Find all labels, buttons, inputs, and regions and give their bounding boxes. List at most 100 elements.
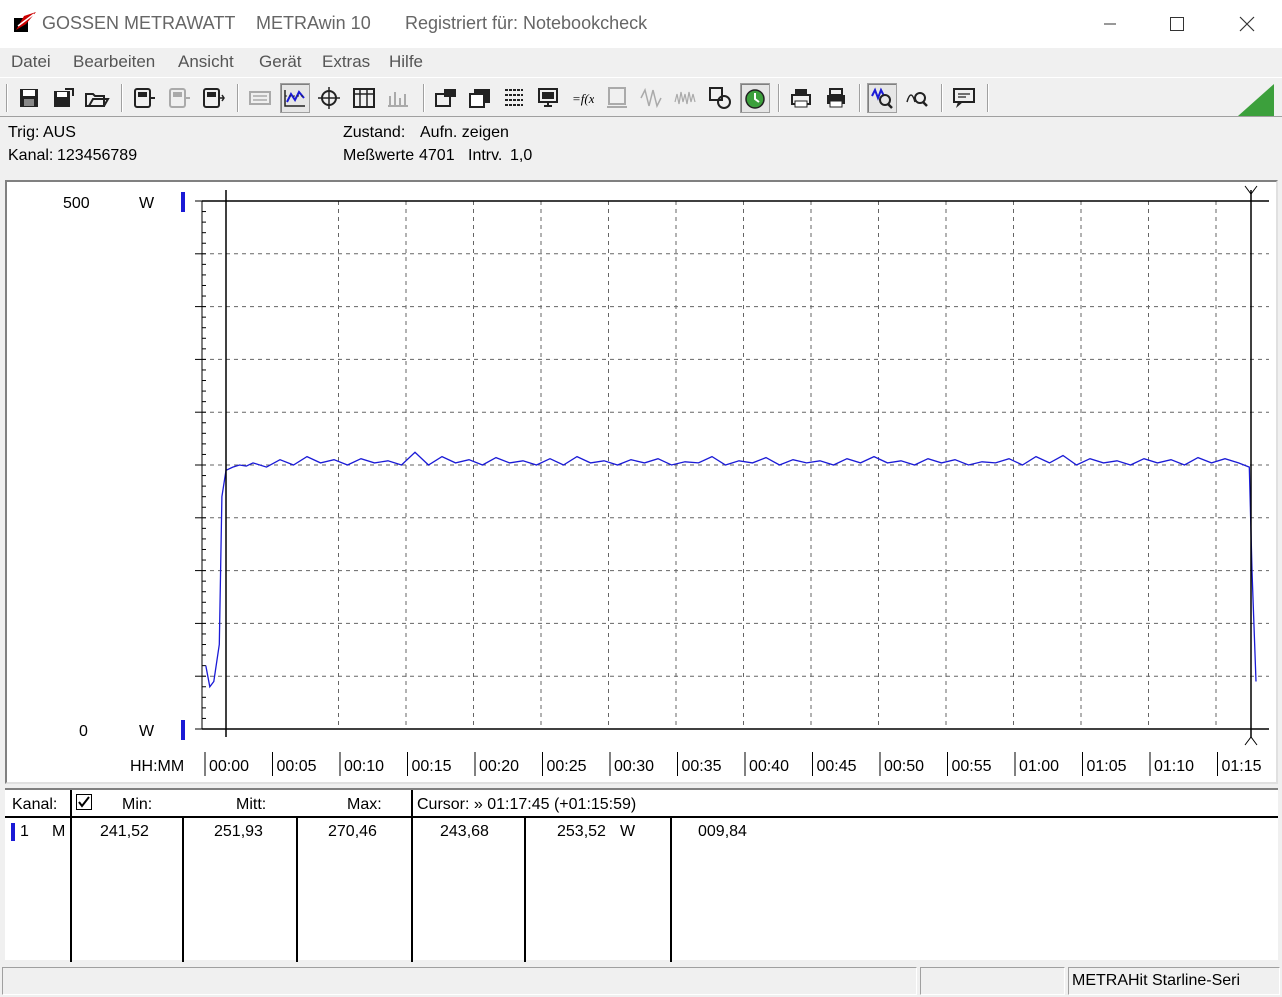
chart-grid xyxy=(202,201,1269,729)
y-axis-bottom-unit: W xyxy=(139,723,155,740)
signal-button[interactable] xyxy=(636,83,666,113)
plot-area[interactable]: 500 W 0 W HH:MM 00:00 00:05 00:10 00:15 00:2… xyxy=(5,180,1278,784)
x-tick-label: 00:05 xyxy=(277,758,317,775)
table-button[interactable] xyxy=(349,83,379,113)
column-checkbox[interactable] xyxy=(76,794,92,810)
table-column-divider xyxy=(70,790,72,962)
row-cursor-1: 243,68 xyxy=(440,823,489,840)
toolbar-separator xyxy=(6,84,8,112)
maximize-button[interactable] xyxy=(1142,0,1212,48)
computer-icon xyxy=(538,88,558,107)
zoom-button[interactable] xyxy=(902,83,932,113)
status-panel-main xyxy=(2,967,917,995)
x-tick-label: 01:10 xyxy=(1154,758,1194,775)
app-logo-icon xyxy=(14,12,36,32)
x-tick-label: 00:50 xyxy=(884,758,924,775)
table-header-divider xyxy=(5,816,1278,818)
print-preview-button[interactable] xyxy=(821,83,851,113)
keyboard-icon xyxy=(249,91,271,105)
svg-text:=f(x): =f(x) xyxy=(572,91,594,106)
intrv-value: 1,0 xyxy=(510,147,533,164)
computer-button[interactable] xyxy=(533,83,563,113)
zoom-wave-button[interactable] xyxy=(867,83,897,113)
keyboard-button[interactable] xyxy=(245,83,275,113)
window-vendor: GOSSEN METRAWATT xyxy=(42,13,236,33)
y-axis-bottom-label: 0 xyxy=(79,723,88,740)
waveform-grid-button[interactable] xyxy=(280,83,310,113)
col-header-min: Min: xyxy=(122,796,153,813)
row-mode: M xyxy=(52,823,66,840)
y-axis-top-label: 500 xyxy=(63,195,90,212)
device-in-button[interactable] xyxy=(129,83,159,113)
x-tick-label: 00:30 xyxy=(614,758,654,775)
y-top-channel-marker xyxy=(181,192,185,212)
status-device: METRAHit Starline-Seri xyxy=(1072,972,1241,989)
series-line xyxy=(205,451,1257,689)
toolbar: =f(x) xyxy=(0,77,1282,117)
toolbar-separator xyxy=(941,84,943,112)
close-icon xyxy=(1239,16,1255,32)
row-mitt: 251,93 xyxy=(214,823,263,840)
kanal-label: Kanal: xyxy=(8,147,54,164)
messwerte-value: 4701 xyxy=(419,147,455,164)
trig-label: Trig: xyxy=(8,124,40,141)
minimize-icon xyxy=(1104,23,1116,25)
crosshair-button[interactable] xyxy=(314,83,344,113)
zoom-icon xyxy=(906,92,928,107)
device-display-button[interactable] xyxy=(602,83,632,113)
intrv-label: Intrv. xyxy=(468,147,503,164)
save-button[interactable] xyxy=(14,83,44,113)
multi-window-button[interactable] xyxy=(465,83,495,113)
x-tick-label: 00:20 xyxy=(479,758,519,775)
menu-datei[interactable]: Datei xyxy=(11,52,51,72)
copy-device-button[interactable] xyxy=(705,83,735,113)
y-axis-top-unit: W xyxy=(139,195,155,212)
kanal-value: 123456789 xyxy=(57,147,138,164)
crosshair-icon xyxy=(318,87,340,109)
multi-window-icon xyxy=(469,89,490,108)
x-tick-label: 00:10 xyxy=(344,758,384,775)
close-button[interactable] xyxy=(1212,0,1282,48)
toolbar-separator xyxy=(859,84,861,112)
x-axis-label: HH:MM xyxy=(130,758,184,775)
x-tick-label: 00:25 xyxy=(547,758,587,775)
x-tick-label: 00:45 xyxy=(817,758,857,775)
printer-button[interactable] xyxy=(786,83,816,113)
power-chart[interactable]: 500 W 0 W HH:MM 00:00 00:05 00:10 00:15 00:2… xyxy=(7,182,1276,782)
noise-button[interactable] xyxy=(670,83,700,113)
trig-value: AUS xyxy=(43,124,76,141)
save-as-icon xyxy=(54,88,74,107)
zustand-label: Zustand: xyxy=(343,124,406,141)
toolbar-separator xyxy=(987,84,989,112)
status-panel-mid xyxy=(920,967,1065,995)
toolbar-separator xyxy=(423,84,425,112)
col-header-mitt: Mitt: xyxy=(236,796,267,813)
title-bar: GOSSEN METRAWATT METRAwin 10 Registriert… xyxy=(0,0,1282,48)
device-disabled-button[interactable] xyxy=(164,83,194,113)
bar-table-button[interactable] xyxy=(383,83,413,113)
save-as-button[interactable] xyxy=(48,83,78,113)
menu-bearbeiten[interactable]: Bearbeiten xyxy=(73,52,155,72)
x-tick-label: 00:35 xyxy=(682,758,722,775)
device-out-button[interactable] xyxy=(198,83,228,113)
zustand-value: Aufn. zeigen xyxy=(420,124,509,141)
menu-hilfe[interactable]: Hilfe xyxy=(389,52,423,72)
print-preview-icon xyxy=(827,88,845,108)
info-panel: Trig: AUS Kanal: 123456789 Zustand: Aufn… xyxy=(0,120,1282,176)
messwerte-label: Meßwerte xyxy=(343,147,415,164)
message-button[interactable] xyxy=(949,83,979,113)
menu-extras[interactable]: Extras xyxy=(322,52,370,72)
x-tick-label: 00:55 xyxy=(952,758,992,775)
menu-ansicht[interactable]: Ansicht xyxy=(178,52,234,72)
monitor-settings-button[interactable] xyxy=(431,83,461,113)
record-button[interactable] xyxy=(740,83,770,113)
minimize-button[interactable] xyxy=(1075,0,1145,48)
list-settings-button[interactable] xyxy=(499,83,529,113)
noise-icon xyxy=(674,91,696,105)
open-button[interactable] xyxy=(82,83,112,113)
corner-triangle-icon xyxy=(1238,84,1274,116)
menu-bar: Datei Bearbeiten Ansicht Gerät Extras Hi… xyxy=(0,48,1282,76)
x-tick-label: 00:00 xyxy=(209,758,249,775)
menu-geraet[interactable]: Gerät xyxy=(259,52,302,72)
function-button[interactable]: =f(x) xyxy=(567,83,597,113)
